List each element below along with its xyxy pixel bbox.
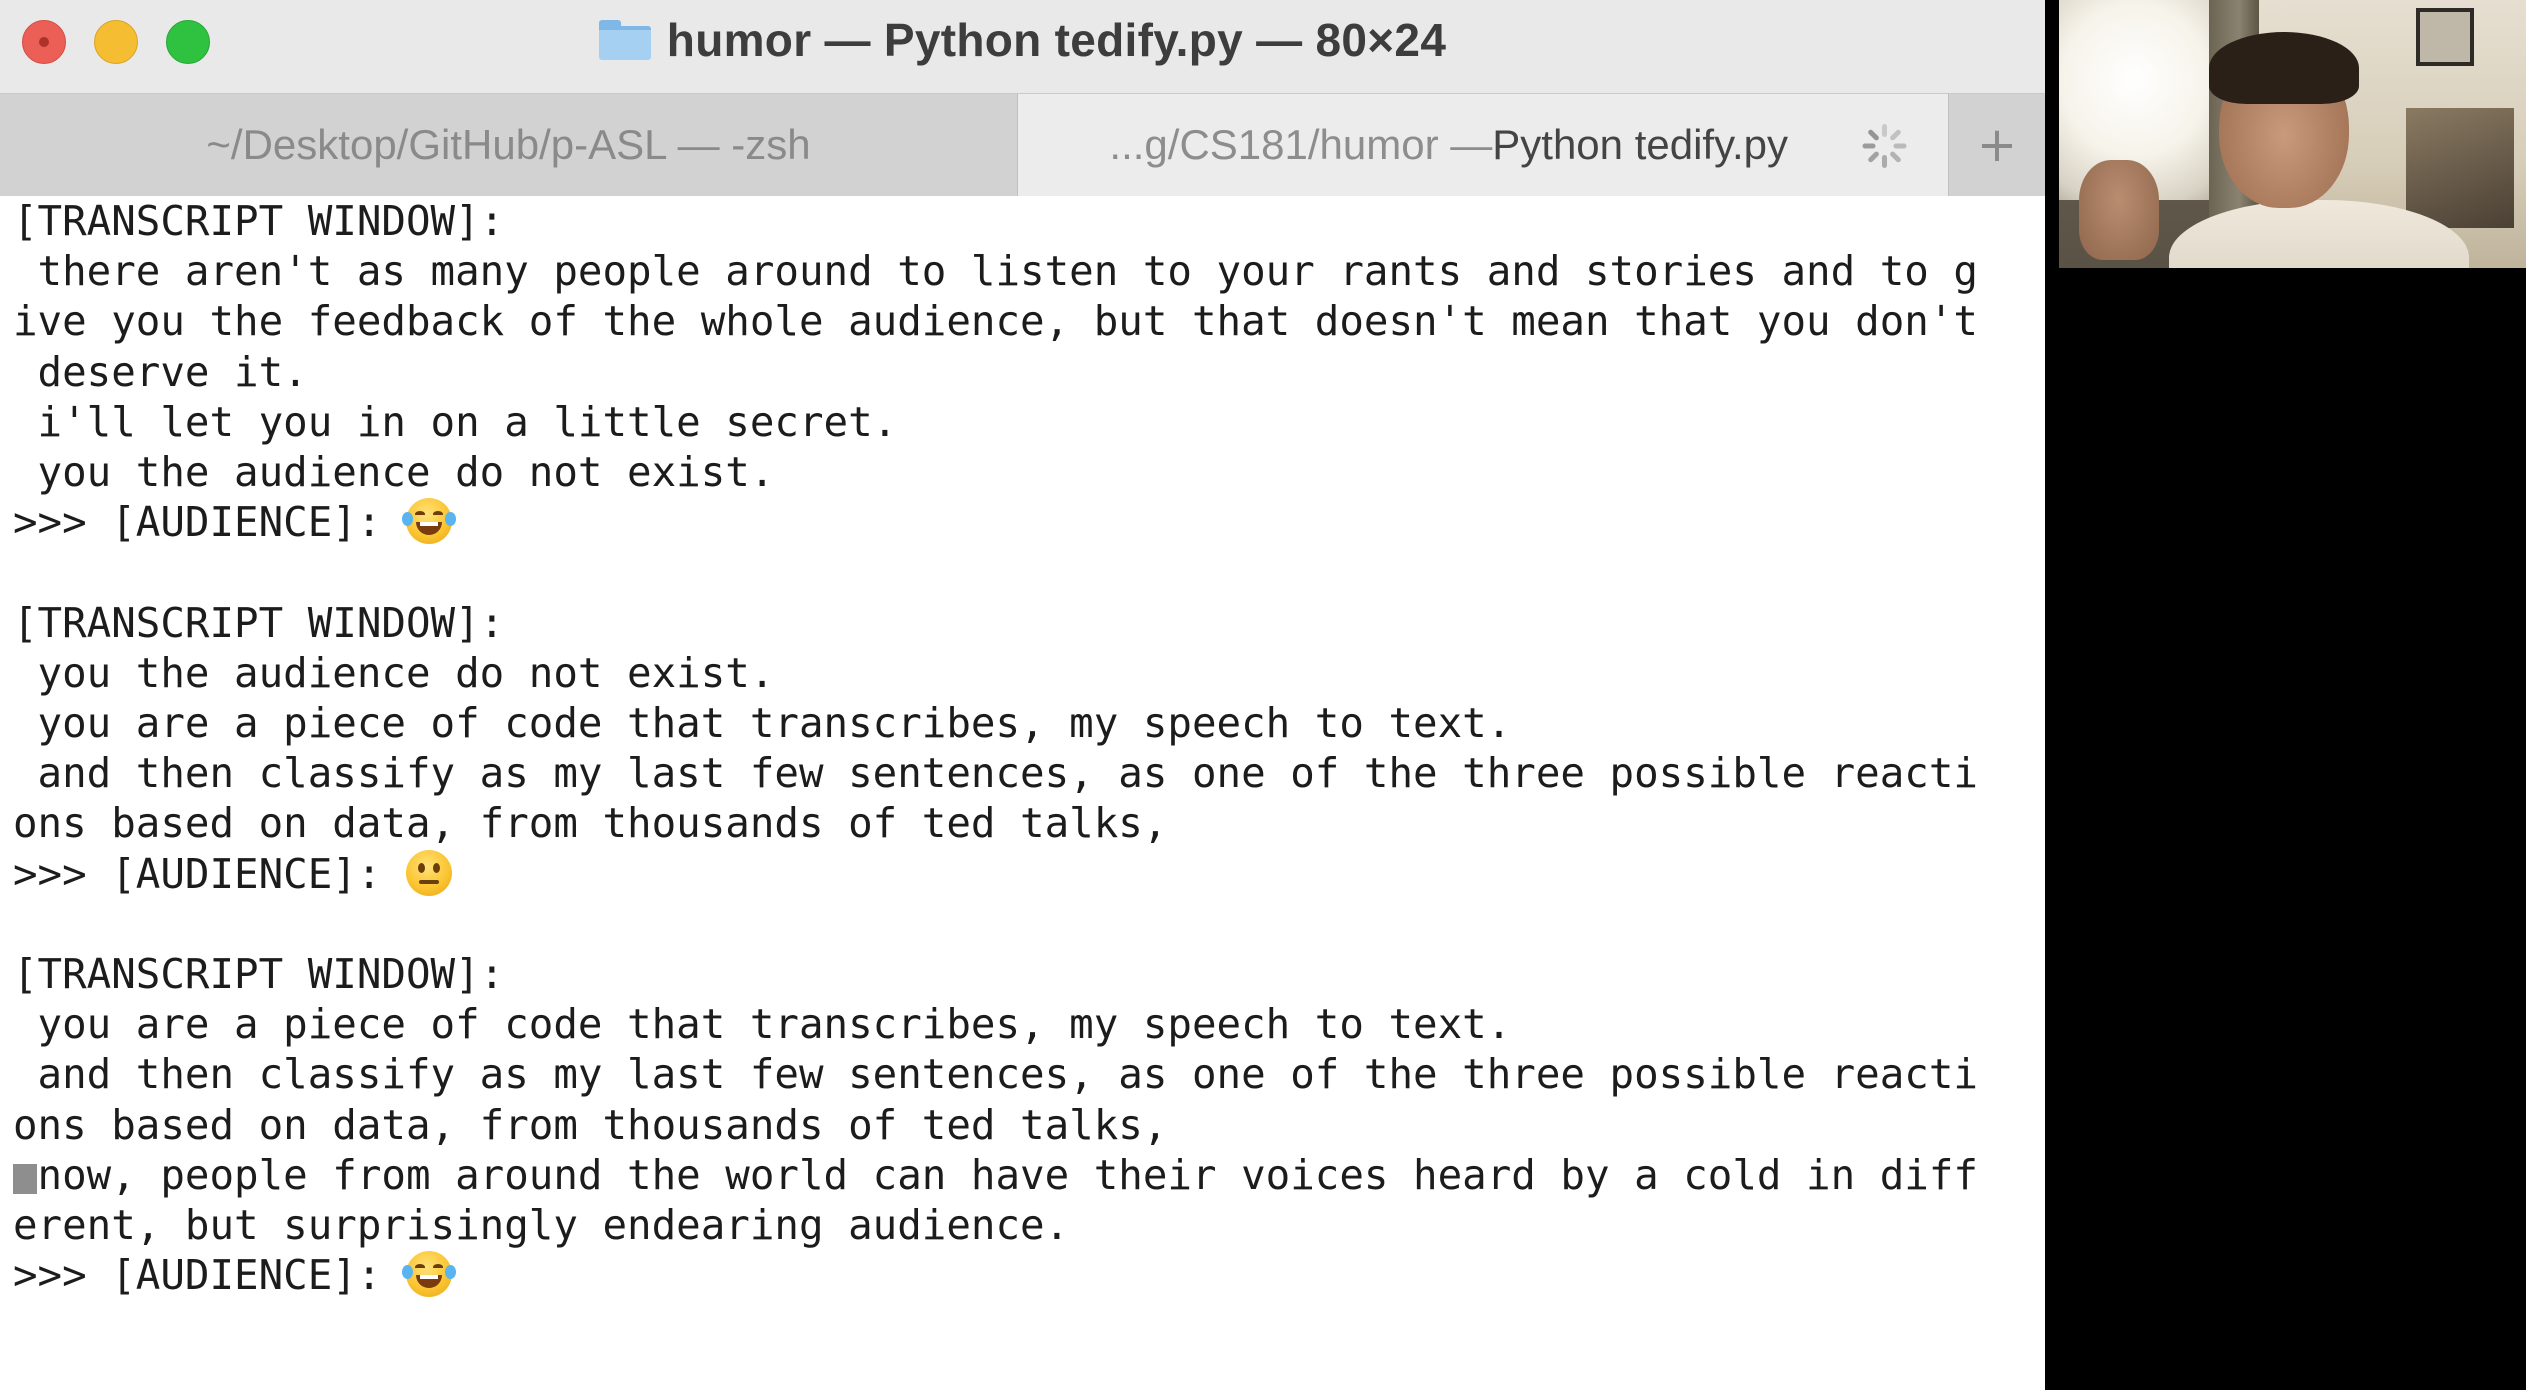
- screen: humor — Python tedify.py — 80×24 ~/Deskt…: [0, 0, 2526, 1390]
- transcript-line: and then classify as my last few sentenc…: [13, 1049, 1978, 1099]
- activity-spinner-icon: [1862, 124, 1907, 168]
- plus-icon: +: [1976, 117, 2018, 173]
- face-with-tears-of-joy-icon: [402, 1251, 456, 1298]
- tab-bar: ~/Desktop/GitHub/p-ASL — -zsh ...g/CS181…: [0, 93, 2045, 196]
- maximize-button[interactable]: [166, 20, 210, 64]
- transcript-line: you are a piece of code that transcribes…: [13, 999, 1512, 1049]
- line-text: and then classify as my last few sentenc…: [13, 1050, 1978, 1099]
- line-text: ons based on data, from thousands of ted…: [13, 799, 1168, 848]
- transcript-line: you are a piece of code that transcribes…: [13, 698, 1512, 748]
- text-cursor: [13, 1164, 37, 1194]
- line-text: [TRANSCRIPT WINDOW]:: [13, 950, 505, 998]
- line-text: you the audience do not exist.: [13, 448, 775, 496]
- close-button[interactable]: [22, 20, 66, 64]
- transcript-line: and then classify as my last few sentenc…: [13, 748, 1978, 798]
- transcript-line: you the audience do not exist.: [13, 447, 775, 497]
- webcam-person-hand: [2079, 160, 2159, 260]
- line-text: ive you the feedback of the whole audien…: [13, 297, 1978, 346]
- line-text: i'll let you in on a little secret.: [13, 397, 898, 446]
- folder-icon: [598, 19, 651, 60]
- terminal-window: humor — Python tedify.py — 80×24 ~/Deskt…: [0, 0, 2045, 1390]
- tab-tedify-python[interactable]: ...g/CS181/humor — Python tedify.py: [1018, 94, 1948, 196]
- webcam-wall-picture: [2416, 8, 2474, 66]
- line-text: you are a piece of code that transcribes…: [13, 699, 1512, 747]
- audience-reaction-line: >>> [AUDIENCE]:: [13, 849, 452, 899]
- transcript-line: erent, but surprisingly endearing audien…: [13, 1200, 1069, 1250]
- transcript-header-line: [TRANSCRIPT WINDOW]:: [13, 196, 504, 246]
- tab-label-process: Python tedify.py: [1492, 121, 1788, 168]
- transcript-line: now, people from around the world can ha…: [13, 1150, 1978, 1200]
- face-with-tears-of-joy-icon: [402, 498, 456, 545]
- line-text: ons based on data, from thousands of ted…: [13, 1100, 1168, 1149]
- transcript-line: ons based on data, from thousands of ted…: [13, 1100, 1167, 1150]
- line-text: you are a piece of code that transcribes…: [13, 1000, 1512, 1049]
- webcam-person-hair: [2209, 32, 2359, 104]
- tab-p-asl-zsh[interactable]: ~/Desktop/GitHub/p-ASL — -zsh: [0, 94, 1018, 196]
- transcript-header-line: [TRANSCRIPT WINDOW]:: [13, 949, 504, 999]
- line-text: >>> [AUDIENCE]:: [13, 498, 406, 547]
- transcript-line: deserve it.: [13, 347, 308, 397]
- window-title-group: humor — Python tedify.py — 80×24: [598, 13, 1447, 67]
- transcript-line: there aren't as many people around to li…: [13, 246, 1978, 296]
- transcript-header-line: [TRANSCRIPT WINDOW]:: [13, 598, 504, 648]
- line-text: you the audience do not exist.: [13, 648, 775, 697]
- line-text: erent, but surprisingly endearing audien…: [13, 1201, 1070, 1249]
- audience-reaction-line: >>> [AUDIENCE]:: [13, 497, 456, 547]
- transcript-line: i'll let you in on a little secret.: [13, 397, 898, 447]
- line-text: >>> [AUDIENCE]:: [13, 849, 406, 898]
- line-text: [TRANSCRIPT WINDOW]:: [13, 598, 505, 647]
- terminal-output[interactable]: [TRANSCRIPT WINDOW]: there aren't as man…: [0, 196, 2045, 1390]
- window-title: humor — Python tedify.py — 80×24: [666, 13, 1447, 66]
- webcam-wall-poster: [2406, 108, 2514, 228]
- audience-reaction-line: >>> [AUDIENCE]:: [13, 1250, 456, 1300]
- minimize-button[interactable]: [94, 20, 138, 64]
- transcript-line: ive you the feedback of the whole audien…: [13, 296, 1978, 346]
- tab-label: ~/Desktop/GitHub/p-ASL — -zsh: [206, 121, 811, 168]
- webcam-video: [2059, 0, 2526, 268]
- line-text: and then classify as my last few sentenc…: [13, 749, 1978, 798]
- new-tab-button[interactable]: +: [1948, 94, 2045, 196]
- neutral-face-icon: [406, 849, 452, 896]
- title-bar[interactable]: humor — Python tedify.py — 80×24: [0, 0, 2045, 93]
- transcript-line: ons based on data, from thousands of ted…: [13, 798, 1167, 848]
- line-text: there aren't as many people around to li…: [13, 247, 1978, 296]
- line-text: now, people from around the world can ha…: [13, 1150, 1978, 1199]
- tab-label-path: ...g/CS181/humor —: [1109, 121, 1493, 168]
- line-text: >>> [AUDIENCE]:: [13, 1251, 406, 1300]
- transcript-line: you the audience do not exist.: [13, 648, 775, 698]
- line-text: [TRANSCRIPT WINDOW]:: [13, 197, 505, 245]
- line-text: deserve it.: [13, 347, 308, 396]
